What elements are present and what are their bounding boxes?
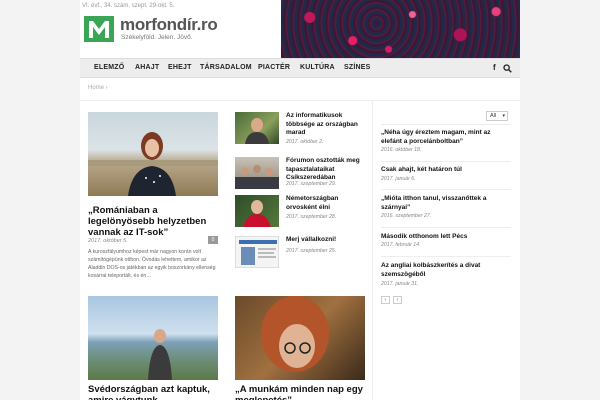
sidebar-separator	[381, 124, 511, 125]
logo-m-icon[interactable]	[84, 16, 114, 42]
nav-item-szines[interactable]: SZÍNES	[344, 64, 370, 71]
chevron-down-icon: ▾	[502, 113, 505, 119]
sidebar-article-title[interactable]: Második otthonom lett Pécs	[381, 233, 511, 242]
sidebar-article-date: 2017. február 14.	[381, 242, 421, 248]
header-banner-image	[281, 0, 520, 58]
sidebar-prev-button[interactable]: ‹	[381, 296, 390, 304]
sidebar-article-date: 2016. október 18.	[381, 147, 422, 153]
article-date: 2017. szeptember 28.	[286, 214, 337, 220]
sidebar-separator	[381, 256, 511, 257]
nav-item-elemzo[interactable]: ELEMZŐ	[94, 64, 124, 71]
search-icon[interactable]	[503, 64, 512, 73]
sidebar-separator	[381, 189, 511, 190]
nav-item-kultura[interactable]: KULTÚRA	[300, 64, 335, 71]
sidebar-next-button[interactable]: ›	[393, 296, 402, 304]
list-item[interactable]: Németországban orvosként élni 2017. szep…	[235, 195, 365, 227]
featured-article-excerpt: A kuroszfályumhoz képest már nagyon korá…	[88, 249, 216, 279]
content-divider	[80, 100, 520, 101]
nav-item-piacter[interactable]: PIACTÉR	[258, 64, 290, 71]
article-date: 2017. szeptember 29.	[286, 181, 337, 187]
sidebar-divider	[372, 101, 373, 400]
article-date: 2017. október 2.	[286, 139, 324, 145]
breadcrumb-home[interactable]: Home	[88, 85, 104, 91]
logo-name[interactable]: morfondír.ro	[120, 15, 218, 35]
sidebar-article-title[interactable]: Az angliai kolbászkerítés a divat szemsz…	[381, 262, 511, 279]
article-title[interactable]: Merj vállalkozni!	[286, 236, 371, 245]
page: VI. évf., 34. szám, szept. 29-okt. 5. mo…	[80, 0, 520, 400]
main-nav: ELEMZŐ AHAJT EHEJT TÁRSADALOM PIACTÉR KU…	[80, 58, 520, 78]
sidebar-article-date: 2016. szeptember 27.	[381, 213, 432, 219]
sidebar-article-title[interactable]: Csak ahajt, két határon túl	[381, 166, 511, 175]
list-item[interactable]: Fórumon osztották meg tapasztalataikat C…	[235, 157, 365, 189]
sidebar-filter-value: All	[490, 113, 497, 119]
article-thumbnail[interactable]	[235, 157, 279, 189]
sidebar-separator	[381, 161, 511, 162]
article-thumbnail[interactable]	[235, 112, 279, 144]
comment-count-badge[interactable]: 0	[208, 236, 218, 244]
sidebar-article-date: 2017. január 6.	[381, 176, 416, 182]
article-title[interactable]: Az informatikusok többsége az országban …	[286, 112, 371, 138]
featured-article-date: 2017. október 5.	[88, 238, 128, 244]
article-title[interactable]: Fórumon osztották meg tapasztalataikat C…	[286, 157, 371, 183]
list-item[interactable]: Merj vállalkozni! 2017. szeptember 25.	[235, 236, 365, 268]
article-thumbnail[interactable]	[235, 195, 279, 227]
sidebar-article-date: 2017. január 31.	[381, 281, 419, 287]
sidebar-article-title[interactable]: „Néha úgy éreztem magam, mint az elefánt…	[381, 129, 511, 146]
list-item[interactable]: Az informatikusok többsége az országban …	[235, 112, 365, 145]
article-date: 2017. szeptember 25.	[286, 248, 337, 254]
article-thumbnail[interactable]	[235, 236, 279, 268]
featured-article-image[interactable]	[88, 112, 218, 196]
article-title[interactable]: Németországban orvosként élni	[286, 195, 371, 212]
logo-tagline: Székelyföld. Jelen. Jövő.	[121, 34, 193, 41]
nav-item-ahajt[interactable]: AHAJT	[135, 64, 159, 71]
issue-info: VI. évf., 34. szám, szept. 29-okt. 5.	[82, 3, 175, 9]
article-image[interactable]	[235, 296, 365, 380]
article-image[interactable]	[88, 296, 218, 380]
facebook-icon[interactable]: f	[493, 63, 496, 72]
nav-item-ehejt[interactable]: EHEJT	[168, 64, 192, 71]
sidebar-filter-select[interactable]: All ▾	[486, 111, 508, 121]
breadcrumb[interactable]: Home ›	[88, 85, 108, 91]
article-title[interactable]: Svédországban azt kaptuk, amire vágytunk	[88, 384, 223, 400]
featured-article-title[interactable]: „Romániaban a legelönyösebb helyzetben v…	[88, 205, 218, 238]
nav-item-tarsadalom[interactable]: TÁRSADALOM	[200, 64, 252, 71]
sidebar-article-title[interactable]: „Mióta itthon tanul, visszanőttek a szár…	[381, 195, 511, 212]
sidebar-separator	[381, 227, 511, 228]
site-header: VI. évf., 34. szám, szept. 29-okt. 5. mo…	[80, 0, 520, 58]
article-title[interactable]: „A munkám minden nap egy meglepetés”	[235, 384, 370, 400]
